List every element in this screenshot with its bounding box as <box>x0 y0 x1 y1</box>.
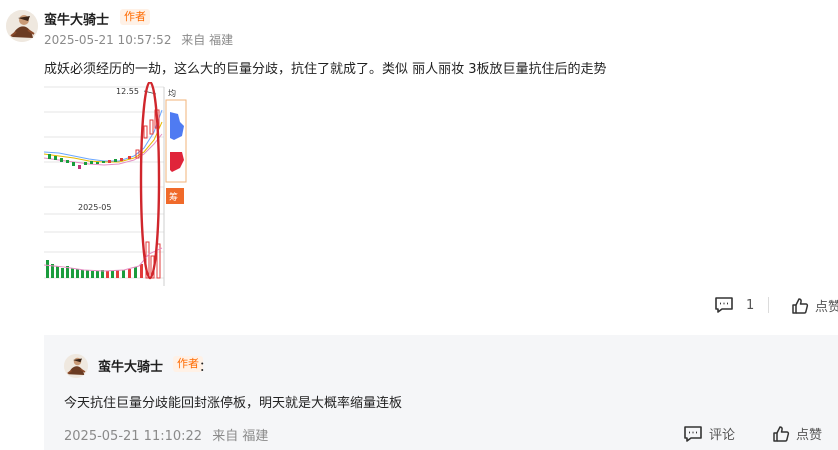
author-avatar[interactable] <box>6 10 38 42</box>
reply-like-button[interactable]: 点赞 <box>772 424 822 443</box>
reply-timestamp: 2025-05-21 11:10:22 <box>64 429 203 444</box>
post-comment-button[interactable]: 1 <box>714 296 754 314</box>
post-meta: 2025-05-21 10:57:52 来自 福建 <box>44 31 233 48</box>
avatar-image <box>6 10 38 42</box>
like-label: 点赞 <box>815 300 838 315</box>
reply-meta: 2025-05-21 11:10:22 来自 福建 <box>64 425 268 444</box>
side-tag: 筹 <box>169 191 178 203</box>
reply-comment-button[interactable]: 评论 <box>683 424 735 443</box>
reply-author-avatar[interactable] <box>64 354 88 378</box>
reply-author-name[interactable]: 蛮牛大骑士 <box>98 356 163 375</box>
reply-avatar-image <box>64 354 88 378</box>
reply-like-label: 点赞 <box>796 428 823 443</box>
author-badge: 作者 <box>120 9 150 25</box>
price-label: 12.55 <box>116 87 139 96</box>
author-name[interactable]: 蛮牛大骑士 <box>44 9 109 28</box>
post-content: 成妖必须经历的一劫，这么大的巨量分歧，抗住了就成了。类似 丽人丽妆 3板放巨量抗… <box>44 62 607 77</box>
kline-chart-picture: 12.55 2025-05 均 筹 <box>44 82 190 286</box>
date-label: 2025-05 <box>78 203 111 212</box>
post-chart-image[interactable]: 12.55 2025-05 均 筹 <box>44 82 190 286</box>
reply-comment-label: 评论 <box>709 428 736 443</box>
comment-count: 1 <box>746 297 755 313</box>
comment-icon <box>684 425 702 442</box>
action-divider <box>768 297 769 313</box>
thumbs-up-icon <box>773 425 790 442</box>
thumbs-up-icon <box>792 297 809 314</box>
side-label-top: 均 <box>168 88 176 98</box>
post-timestamp: 2025-05-21 10:57:52 <box>44 33 172 47</box>
reply-source: 来自 福建 <box>212 429 269 444</box>
post-source: 来自 福建 <box>181 33 234 47</box>
comment-icon <box>715 297 733 313</box>
reply-colon: ： <box>199 360 213 375</box>
reply-content: 今天抗住巨量分歧能回封涨停板，明天就是大概率缩量连板 <box>64 396 403 411</box>
post-like-button[interactable]: 点赞 <box>791 296 838 315</box>
